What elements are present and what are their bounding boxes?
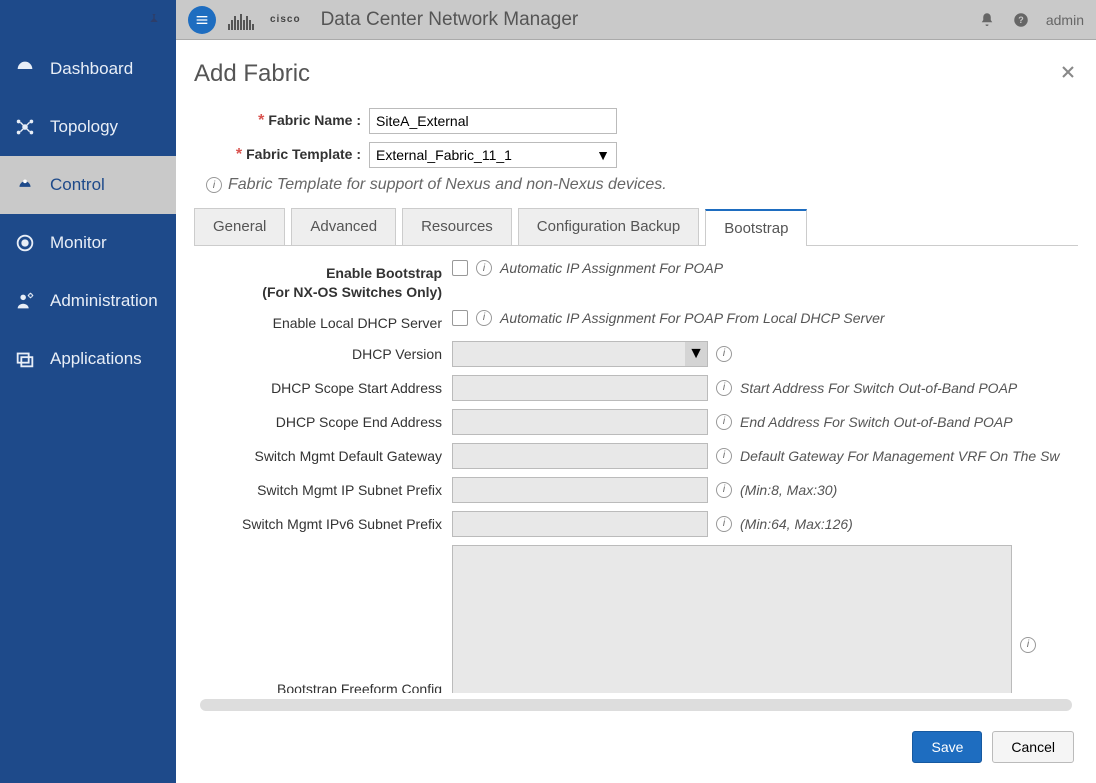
ipv6-prefix-hint: (Min:64, Max:126) (740, 516, 853, 532)
tab-scroll[interactable]: Enable Bootstrap (For NX-OS Switches Onl… (194, 260, 1078, 693)
chevron-down-icon: ▼ (596, 147, 610, 163)
sidebar: Dashboard Topology Control Monitor Admin… (0, 0, 176, 783)
dhcp-end-label: DHCP Scope End Address (194, 409, 452, 432)
dhcp-start-input[interactable] (452, 375, 708, 401)
enable-bootstrap-hint: Automatic IP Assignment For POAP (500, 260, 723, 276)
enable-bootstrap-checkbox[interactable] (452, 260, 468, 276)
info-icon: i (206, 177, 222, 193)
info-icon: i (476, 310, 492, 326)
fabric-name-input[interactable] (369, 108, 617, 134)
ip-prefix-input[interactable] (452, 477, 708, 503)
enable-bootstrap-label: Enable Bootstrap (326, 265, 442, 281)
horizontal-scrollbar[interactable] (200, 699, 1072, 711)
enable-local-dhcp-hint: Automatic IP Assignment For POAP From Lo… (500, 310, 885, 326)
ip-prefix-label: Switch Mgmt IP Subnet Prefix (194, 477, 452, 500)
ipv6-prefix-input[interactable] (452, 511, 708, 537)
sidebar-item-dashboard[interactable]: Dashboard (0, 40, 176, 98)
info-icon: i (716, 346, 732, 362)
sidebar-item-label: Topology (50, 117, 118, 137)
freeform-config-textarea[interactable] (452, 545, 1012, 693)
add-fabric-modal: Add Fabric *Fabric Name : *Fabric Templa… (176, 40, 1096, 783)
fabric-name-label: Fabric Name : (268, 112, 361, 128)
dhcp-start-hint: Start Address For Switch Out-of-Band POA… (740, 380, 1017, 396)
sidebar-item-topology[interactable]: Topology (0, 98, 176, 156)
menu-button[interactable] (188, 6, 216, 34)
close-icon (1058, 62, 1078, 82)
tab-bootstrap[interactable]: Bootstrap (705, 209, 807, 246)
close-button[interactable] (1058, 62, 1078, 87)
tabs: General Advanced Resources Configuration… (194, 208, 1078, 246)
sidebar-item-label: Monitor (50, 233, 107, 253)
topbar: cisco Data Center Network Manager ? admi… (176, 0, 1096, 40)
dashboard-icon (14, 58, 36, 80)
gateway-input[interactable] (452, 443, 708, 469)
sidebar-item-label: Dashboard (50, 59, 133, 79)
tab-content: Enable Bootstrap (For NX-OS Switches Onl… (188, 246, 1084, 711)
enable-local-dhcp-checkbox[interactable] (452, 310, 468, 326)
sidebar-item-label: Applications (50, 349, 142, 369)
fabric-header-form: *Fabric Name : *Fabric Template : Extern… (188, 108, 1084, 208)
tab-advanced[interactable]: Advanced (291, 208, 396, 245)
tab-general[interactable]: General (194, 208, 285, 245)
monitor-icon (14, 232, 36, 254)
template-hint: Fabric Template for support of Nexus and… (228, 176, 667, 194)
ipv6-prefix-label: Switch Mgmt IPv6 Subnet Prefix (194, 511, 452, 534)
menu-icon (194, 12, 210, 28)
save-button[interactable]: Save (912, 731, 982, 763)
sidebar-item-administration[interactable]: Administration (0, 272, 176, 330)
info-icon: i (716, 448, 732, 464)
gateway-label: Switch Mgmt Default Gateway (194, 443, 452, 466)
enable-local-dhcp-label: Enable Local DHCP Server (194, 310, 452, 333)
pin-row (0, 0, 176, 40)
info-icon: i (716, 414, 732, 430)
freeform-label: Bootstrap Freeform Config (194, 590, 452, 693)
app-title: Data Center Network Manager (321, 9, 579, 31)
info-icon: i (716, 380, 732, 396)
fabric-template-select[interactable]: External_Fabric_11_1 ▼ (369, 142, 617, 168)
sidebar-item-applications[interactable]: Applications (0, 330, 176, 388)
control-icon (14, 174, 36, 196)
dhcp-version-label: DHCP Version (194, 341, 452, 364)
sidebar-item-label: Control (50, 175, 105, 195)
fabric-template-label: Fabric Template : (246, 146, 361, 162)
tab-resources[interactable]: Resources (402, 208, 512, 245)
help-icon[interactable]: ? (1012, 11, 1030, 29)
user-label[interactable]: admin (1046, 12, 1084, 28)
main: cisco Data Center Network Manager ? admi… (176, 0, 1096, 783)
sidebar-item-control[interactable]: Control (0, 156, 176, 214)
pin-icon[interactable] (146, 12, 162, 28)
vendor-text: cisco (270, 14, 301, 25)
info-icon: i (716, 516, 732, 532)
tab-configuration-backup[interactable]: Configuration Backup (518, 208, 699, 245)
svg-text:?: ? (1018, 15, 1024, 25)
info-icon: i (716, 482, 732, 498)
apps-icon (14, 348, 36, 370)
admin-icon (14, 290, 36, 312)
enable-bootstrap-sublabel: (For NX-OS Switches Only) (262, 284, 442, 300)
info-icon: i (476, 260, 492, 276)
cisco-logo (228, 10, 254, 30)
dhcp-end-input[interactable] (452, 409, 708, 435)
chevron-down-icon: ▼ (685, 342, 707, 366)
bell-icon[interactable] (978, 11, 996, 29)
info-icon: i (1020, 637, 1036, 653)
modal-footer: Save Cancel (188, 711, 1084, 767)
dhcp-start-label: DHCP Scope Start Address (194, 375, 452, 398)
fabric-template-value: External_Fabric_11_1 (376, 147, 512, 163)
sidebar-item-monitor[interactable]: Monitor (0, 214, 176, 272)
ip-prefix-hint: (Min:8, Max:30) (740, 482, 837, 498)
modal-title: Add Fabric (194, 60, 310, 88)
gateway-hint: Default Gateway For Management VRF On Th… (740, 448, 1060, 464)
cancel-button[interactable]: Cancel (992, 731, 1074, 763)
dhcp-version-select[interactable]: ▼ (452, 341, 708, 367)
topology-icon (14, 116, 36, 138)
sidebar-item-label: Administration (50, 291, 158, 311)
dhcp-end-hint: End Address For Switch Out-of-Band POAP (740, 414, 1013, 430)
